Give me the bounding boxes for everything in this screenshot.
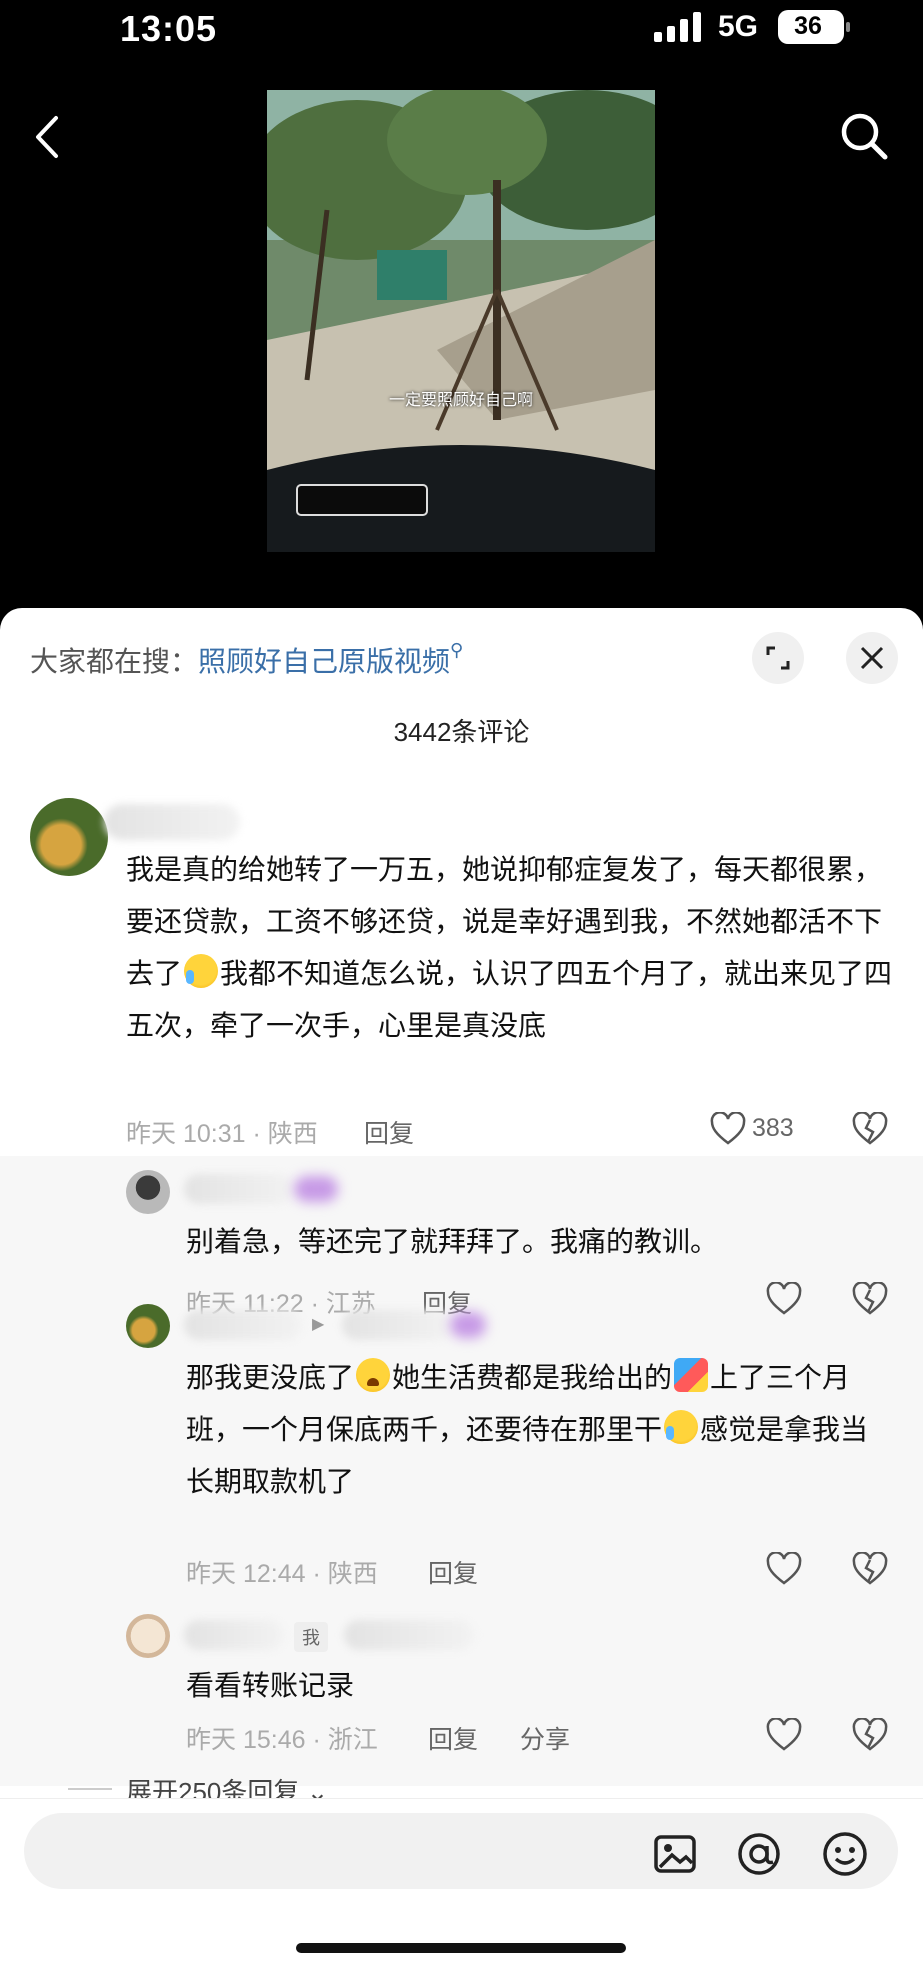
cry-laugh-emoji	[184, 954, 219, 988]
at-icon[interactable]	[736, 1831, 782, 1877]
video-caption: 一定要照顾好自己啊	[388, 392, 533, 409]
network-label: 5G	[718, 10, 759, 43]
battery-level: 36	[794, 12, 822, 40]
username-blurred[interactable]	[342, 1310, 452, 1340]
username-blurred[interactable]	[104, 804, 240, 840]
hot-search-link[interactable]: 照顾好自己原版视频	[198, 646, 450, 677]
avatar[interactable]	[30, 798, 108, 876]
emoji-icon[interactable]	[822, 1831, 868, 1877]
dislike-icon[interactable]	[852, 1552, 888, 1586]
close-icon	[860, 646, 884, 670]
username-blurred[interactable]	[450, 1312, 486, 1338]
dislike-icon[interactable]	[852, 1112, 888, 1146]
reply-thread: 别着急，等还完了就拜拜了。我痛的教训。 昨天 11:22 · 江苏 回复 ▶ 那…	[0, 1156, 923, 1786]
battery-icon: 36	[778, 10, 850, 44]
comment-text: 我是真的给她转了一万五，她说抑郁症复发了，每天都很累，要还贷款，工资不够还贷，说…	[126, 844, 896, 1052]
search-icon[interactable]	[838, 110, 890, 162]
image-icon[interactable]	[652, 1831, 698, 1877]
reply-text: 看看转账记录	[186, 1670, 355, 1701]
username-blurred[interactable]	[184, 1620, 284, 1650]
comment-sheet: 大家都在搜：照顾好自己原版视频⚲ 3442条评论 我是真的给她转了一万五，她说抑…	[0, 608, 923, 1974]
username-blurred[interactable]	[344, 1620, 474, 1650]
me-tag: 我	[294, 1622, 328, 1652]
reply-button[interactable]: 回复	[428, 1554, 478, 1590]
expand-button[interactable]	[752, 632, 804, 684]
username-blurred[interactable]	[184, 1310, 302, 1340]
reply-button[interactable]: 回复	[428, 1720, 478, 1756]
close-button[interactable]	[846, 632, 898, 684]
reply-meta: 昨天 15:46 · 浙江	[186, 1726, 378, 1754]
like-count: 383	[752, 1114, 794, 1142]
reply-button[interactable]: 回复	[364, 1114, 414, 1150]
back-icon[interactable]	[28, 112, 68, 162]
reply-meta: 昨天 12:44 · 陕西	[186, 1560, 378, 1588]
share-button[interactable]: 分享	[520, 1720, 570, 1756]
username-blurred[interactable]	[294, 1176, 338, 1202]
cry-laugh-emoji	[664, 1410, 699, 1444]
avatar[interactable]	[126, 1614, 170, 1658]
heart-icon[interactable]	[710, 1112, 746, 1146]
hot-search-prefix: 大家都在搜：	[30, 646, 199, 677]
dislike-icon[interactable]	[852, 1718, 888, 1752]
avatar[interactable]	[126, 1170, 170, 1214]
username-blurred[interactable]	[184, 1174, 294, 1204]
sob-emoji	[356, 1358, 391, 1392]
signal-icon	[654, 12, 701, 42]
comment-count: 3442条评论	[393, 717, 530, 747]
small-search-icon: ⚲	[450, 640, 464, 660]
comment-text-part: 我都不知道怎么说，认识了四五个月了，就出来见了四五次，牵了一次手，心里是真没底	[126, 958, 893, 1041]
heart-icon[interactable]	[766, 1282, 802, 1316]
reply-text-part: 她生活费都是我给出的	[392, 1362, 673, 1393]
dislike-icon[interactable]	[852, 1282, 888, 1316]
expand-icon	[766, 646, 790, 670]
hot-search: 大家都在搜：照顾好自己原版视频⚲	[30, 640, 463, 680]
status-time: 13:05	[120, 8, 218, 49]
fall-emoji	[674, 1358, 709, 1392]
status-bar: 13:05 5G 36	[0, 0, 923, 60]
comment-input-bar	[0, 1798, 923, 1974]
heart-icon[interactable]	[766, 1552, 802, 1586]
home-indicator	[296, 1943, 626, 1953]
reply-arrow-icon: ▶	[312, 1316, 325, 1333]
video-preview[interactable]: 一定要照顾好自己啊	[267, 90, 655, 552]
reply-text: 那我更没底了 她生活费都是我给出的 上了三个月班，一个月保底两千，还要待在那里干 感觉…	[186, 1352, 896, 1508]
reply-text: 别着急，等还完了就拜拜了。我痛的教训。	[186, 1226, 719, 1257]
reply-text-part: 那我更没底了	[186, 1362, 355, 1393]
avatar[interactable]	[126, 1304, 170, 1348]
heart-icon[interactable]	[766, 1718, 802, 1752]
comment-meta: 昨天 10:31 · 陕西	[126, 1120, 318, 1148]
